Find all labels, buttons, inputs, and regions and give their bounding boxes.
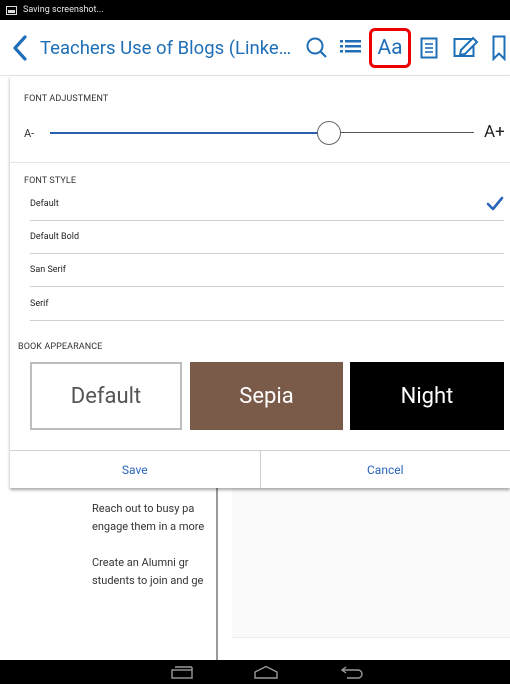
recent-apps-button[interactable] [168, 660, 196, 684]
book-title: Teachers Use of Blogs (Linke… [40, 36, 290, 59]
status-text: Saving screenshot... [23, 5, 104, 15]
back-button[interactable] [0, 20, 40, 76]
save-button[interactable]: Save [10, 451, 261, 488]
checkmark-icon [486, 196, 504, 211]
list-item-line: Reach out to busy pa [92, 502, 195, 515]
font-increase-label: A+ [484, 122, 505, 142]
annotate-icon [453, 36, 479, 57]
slider-track-empty [340, 132, 474, 133]
font-adjustment-label: FONT ADJUSTMENT [24, 94, 109, 104]
font-settings-icon: Aa [369, 28, 411, 68]
toc-icon [340, 40, 361, 53]
recent-apps-icon [171, 666, 193, 679]
list-item-line: engage them in a more [92, 520, 205, 533]
status-bar: Saving screenshot... [0, 0, 510, 20]
navigation-bar [0, 660, 510, 684]
right-page-pane [232, 486, 510, 638]
font-decrease-label: A- [24, 127, 35, 140]
list-item: Reach out to busy pa engage them in a mo… [92, 500, 216, 536]
bookmark-icon [492, 35, 506, 61]
font-option-label: Default Bold [30, 232, 80, 242]
home-icon [254, 665, 278, 679]
app-bar: Teachers Use of Blogs (Linke… Aa [0, 20, 510, 76]
page-bullet-list: Reach out to busy pa engage them in a mo… [92, 500, 216, 608]
search-icon [306, 37, 327, 58]
theme-label: Night [400, 383, 454, 409]
back-nav-icon [340, 666, 363, 679]
cancel-button[interactable]: Cancel [261, 451, 510, 488]
font-option-label: Serif [30, 299, 49, 309]
font-option-serif[interactable]: Serif [30, 288, 504, 321]
font-size-slider[interactable]: A- A+ [10, 120, 510, 146]
home-button[interactable] [250, 660, 282, 684]
screenshot-icon [6, 5, 17, 15]
font-option-default[interactable]: Default [30, 188, 504, 221]
toolbar: Aa [300, 20, 510, 76]
font-option-default-bold[interactable]: Default Bold [30, 221, 504, 254]
font-settings-button[interactable]: Aa [368, 20, 412, 76]
page-divider [216, 486, 218, 660]
book-appearance-label: BOOK APPEARANCE [18, 342, 103, 352]
font-settings-panel: FONT ADJUSTMENT A- A+ FONT STYLE Default… [10, 76, 510, 488]
slider-track-filled [50, 132, 318, 134]
font-style-label: FONT STYLE [24, 176, 77, 186]
toc-button[interactable] [334, 20, 368, 76]
annotate-button[interactable] [446, 20, 486, 76]
list-item-line: students to join and ge [92, 574, 204, 587]
theme-night-button[interactable]: Night [350, 362, 504, 430]
notes-button[interactable] [412, 20, 446, 76]
font-option-label: San Serif [30, 265, 66, 275]
font-option-san-serif[interactable]: San Serif [30, 254, 504, 287]
notes-icon [420, 37, 438, 59]
back-nav-button[interactable] [336, 660, 368, 684]
back-icon [13, 34, 27, 61]
list-item: Create an Alumni gr students to join and… [92, 554, 216, 590]
divider [10, 162, 510, 163]
list-item-line: Create an Alumni gr [92, 556, 189, 569]
theme-label: Sepia [239, 383, 294, 409]
search-button[interactable] [300, 20, 334, 76]
slider-thumb[interactable] [317, 121, 341, 145]
theme-default-button[interactable]: Default [30, 362, 182, 430]
bookmark-button[interactable] [486, 20, 510, 76]
theme-sepia-button[interactable]: Sepia [190, 362, 343, 430]
action-bar: Save Cancel [10, 450, 510, 488]
book-page: Reach out to busy pa engage them in a mo… [0, 486, 510, 660]
font-option-label: Default [30, 199, 59, 209]
theme-label: Default [70, 383, 142, 409]
